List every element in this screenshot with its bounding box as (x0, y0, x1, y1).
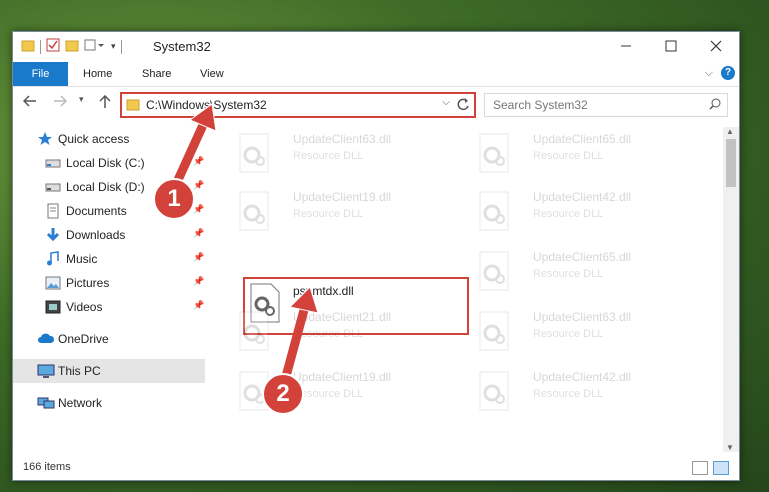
arrow-2 (280, 305, 309, 385)
arrow-2-head (288, 286, 319, 314)
arrow-1 (173, 120, 208, 185)
callout-1: 1 (153, 178, 195, 220)
annotation-arrows (173, 103, 319, 385)
callout-2: 2 (262, 373, 304, 415)
